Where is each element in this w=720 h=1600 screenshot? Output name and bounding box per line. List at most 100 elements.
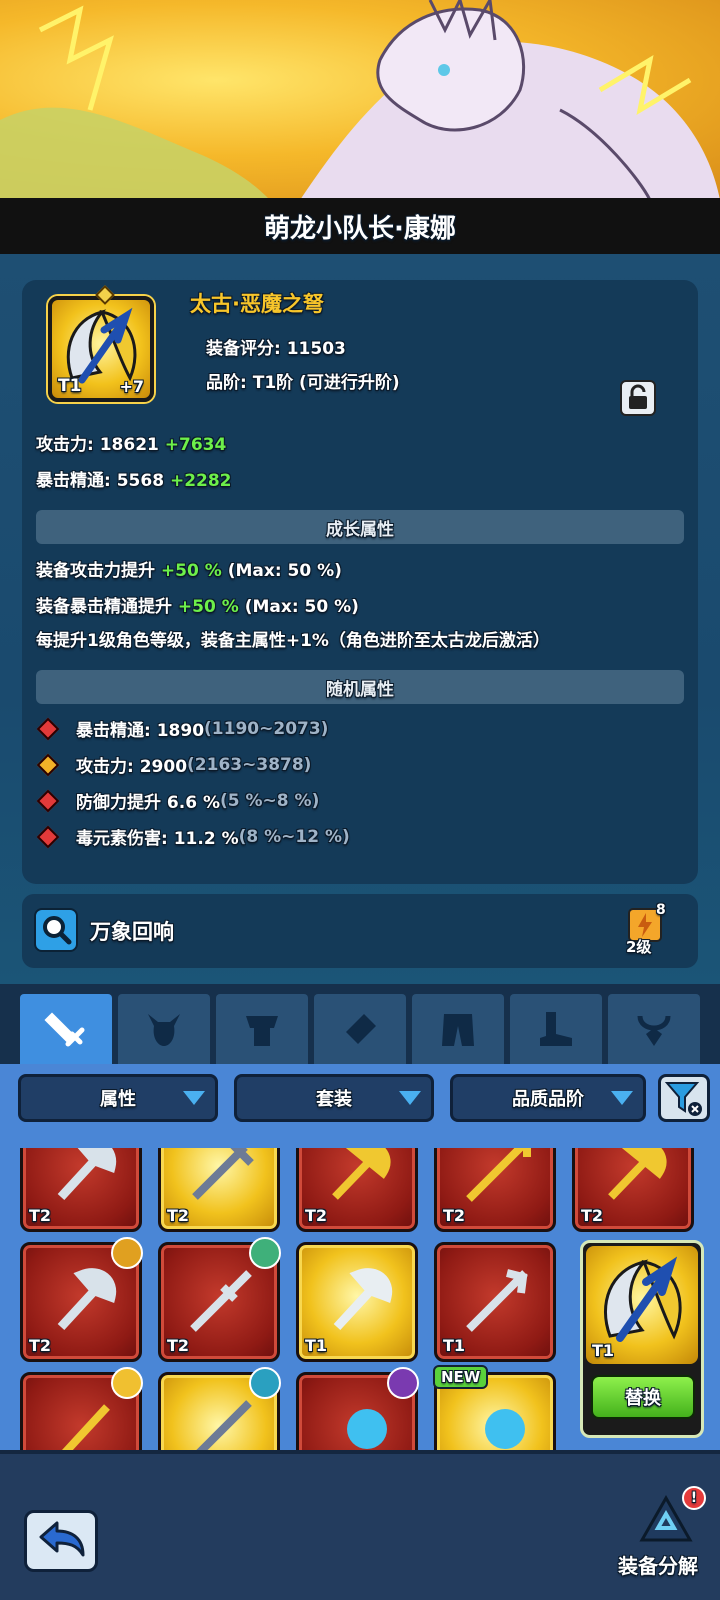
tab-boots[interactable] [510,994,602,1064]
echo-count: 8 [656,902,666,918]
random-section-title: 随机属性 [36,670,684,704]
inventory-item[interactable]: NEW [433,1365,556,1450]
character-art [0,0,720,200]
item-score: 装备评分: 11503 [206,339,346,359]
inventory-item[interactable] [296,1367,419,1450]
growth-section-title: 成长属性 [36,510,684,544]
item-tier: T1 [592,1341,615,1360]
set-badge-icon [111,1237,143,1269]
search-icon[interactable] [34,908,78,952]
item-tier: T1 [305,1336,328,1355]
stat-label: 暴击精通: 5568 [36,471,170,491]
item-name: 太古·恶魔之弩 [190,292,324,316]
item-tier: T2 [29,1336,52,1355]
inventory-item[interactable]: T2 [158,1148,280,1232]
tab-weapon[interactable] [20,994,112,1064]
replace-button[interactable]: 替换 [591,1375,695,1419]
equipped-item-icon[interactable]: T1 +7 [48,285,154,402]
random-attr-row: 防御力提升 6.6 % (5 %~8 %) [36,788,320,813]
item-tier: T1 [58,376,82,396]
armor-icon [246,1016,278,1046]
sword-icon [192,1148,254,1200]
random-attr-row: 暴击精通: 1890 (1190~2073) [36,716,329,741]
alert-badge: ! [682,1486,706,1510]
selected-item-icon: T1 [586,1246,698,1364]
random-attr-row: 攻击力: 2900 (2163~3878) [36,752,311,777]
random-attr-range: (8 %~12 %) [238,826,350,847]
halberd-icon [332,1148,391,1200]
orb-icon [347,1409,387,1449]
chevron-down-icon [183,1091,205,1105]
chevron-down-icon [399,1091,421,1105]
item-tier: T2 [305,1206,328,1225]
selected-item-card[interactable]: T1 替换 [580,1240,704,1438]
character-name: 萌龙小队长·康娜 [0,198,720,254]
random-attr-label: 防御力提升 6.6 % [76,793,220,813]
set-badge-icon [249,1367,281,1399]
random-attr-label: 攻击力: 2900 [76,757,188,777]
echo-label: 万象回响 [90,920,174,944]
tab-armor[interactable] [216,994,308,1064]
necklace-icon [637,1015,671,1046]
sword-icon [44,1012,85,1047]
inventory-item[interactable]: T2 [158,1237,281,1362]
growth-bonus: +50 % [177,597,239,617]
filter-label: 套装 [316,1089,352,1110]
inventory-item[interactable]: T2 [572,1148,694,1232]
orb-icon [485,1409,525,1449]
item-tier: T2 [581,1206,604,1225]
stat-bonus: +2282 [169,471,232,491]
red-diamond-icon [36,717,60,740]
inventory-item[interactable]: T2 [296,1148,418,1232]
item-tier: T1 [443,1336,466,1355]
random-attr-range: (5 %~8 %) [220,790,320,811]
set-badge-icon [111,1367,143,1399]
random-attr-range: (1190~2073) [204,718,329,739]
axe-icon [57,1148,117,1201]
inventory-item[interactable]: T2 [434,1148,556,1232]
filter-clear-button[interactable] [658,1074,710,1122]
growth-bonus: +50 % [160,561,222,581]
chevron-down-icon [611,1091,633,1105]
quality-filter[interactable]: 品质品阶 [450,1074,646,1122]
echo-level: 2级 [626,938,652,956]
unlock-icon [629,384,647,409]
bracer-icon [346,1014,376,1044]
pants-icon [442,1014,474,1046]
boots-icon [540,1012,572,1046]
back-button[interactable] [24,1510,98,1572]
inventory-item[interactable]: T2 [20,1237,143,1362]
equipment-detail-panel: T1 +7 太古·恶魔之弩 装备评分: 11503 品阶: T1阶 (可进行升阶… [22,280,698,884]
axe-icon [62,1404,110,1450]
sword-icon [190,1270,252,1332]
stat-crit-mastery: 暴击精通: 5568 +2282 [36,466,232,491]
halberd-icon [608,1148,667,1200]
growth-crit: 装备暴击精通提升 +50 % (Max: 50 %) [36,592,359,617]
inventory-item[interactable]: T2 [20,1148,142,1232]
growth-label: 装备暴击精通提升 [36,597,178,617]
tab-pants[interactable] [412,994,504,1064]
growth-label: 每提升1级角色等级，装备主属性+1%（角色进阶至太古龙后激活） [36,631,550,651]
tab-necklace[interactable] [608,994,700,1064]
new-tag: NEW [433,1365,489,1389]
set-filter[interactable]: 套装 [234,1074,434,1122]
magnifier-icon [43,916,72,945]
dismantle-button[interactable]: 装备分解 [618,1550,698,1579]
equipment-category-tabs [0,984,720,1064]
tab-helmet[interactable] [118,994,210,1064]
echo-panel[interactable]: 万象回响 8 2级 [22,894,698,968]
item-tier: T2 [167,1206,190,1225]
inventory-item[interactable] [20,1367,143,1450]
lock-button[interactable] [620,380,656,416]
inventory-item[interactable]: T1 [434,1242,556,1362]
attribute-filter[interactable]: 属性 [18,1074,218,1122]
inventory-item[interactable] [158,1367,281,1450]
set-badge-icon [387,1367,419,1399]
inventory-item[interactable]: T1 [296,1242,418,1362]
dragon-illustration [0,0,720,200]
item-grade: 品阶: T1阶 (可进行升阶) [206,373,400,393]
tab-bracer[interactable] [314,994,406,1064]
red-diamond-icon [36,789,60,812]
growth-level-bonus: 每提升1级角色等级，装备主属性+1%（角色进阶至太古龙后激活） [36,626,550,651]
spear-icon [466,1269,528,1332]
